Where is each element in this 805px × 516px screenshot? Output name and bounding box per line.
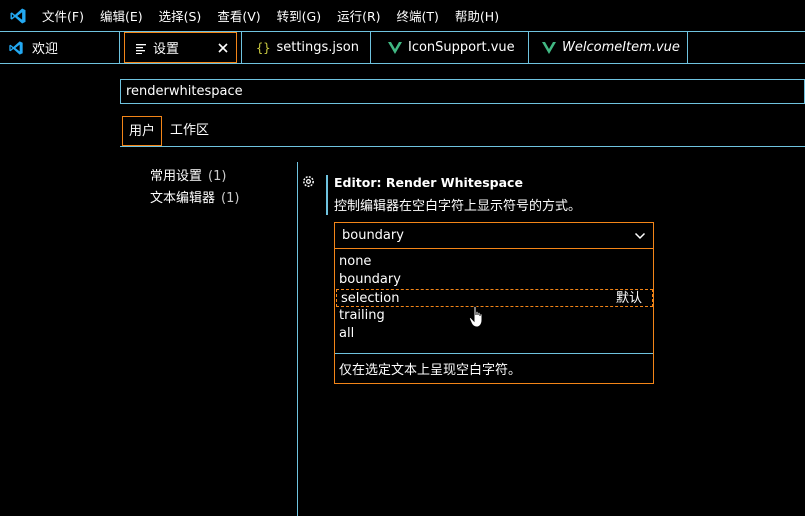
toc-divider <box>297 162 298 516</box>
chevron-down-icon <box>634 232 646 240</box>
close-icon[interactable] <box>214 39 232 57</box>
tab-label: settings.json <box>276 40 360 55</box>
option-none[interactable]: none <box>335 253 653 271</box>
tab-settings-json[interactable]: {} settings.json <box>241 32 371 63</box>
toc-label: 文本编辑器 <box>150 191 216 206</box>
option-boundary[interactable]: boundary <box>335 271 653 289</box>
option-description: 仅在选定文本上呈现空白字符。 <box>339 363 522 378</box>
menu-bar: 文件(F) 编辑(E) 选择(S) 查看(V) 转到(G) 运行(R) 终端(T… <box>0 0 805 31</box>
toc-label: 常用设置 <box>150 169 203 184</box>
settings-search-input[interactable] <box>120 79 805 104</box>
gear-icon[interactable] <box>301 174 316 189</box>
menu-view[interactable]: 查看(V) <box>209 6 268 25</box>
setting-title: Editor: Render Whitespace <box>334 175 523 190</box>
toc-item-text-editor[interactable]: 文本编辑器 (1) <box>150 187 239 206</box>
tab-settings[interactable]: 设置 <box>124 32 237 63</box>
vue-icon <box>542 41 556 54</box>
json-braces-icon: {} <box>256 40 271 55</box>
default-badge: 默认 <box>615 291 642 306</box>
vscode-logo-icon <box>9 40 23 55</box>
setting-focus-indicator <box>326 175 328 215</box>
tab-welcome[interactable]: 欢迎 <box>0 32 120 63</box>
tab-workspace[interactable]: 工作区 <box>164 116 215 146</box>
select-value: boundary <box>342 228 404 243</box>
editor-tab-bar: 欢迎 设置 {} settings.json IconSupport.vue W… <box>0 31 805 64</box>
menu-list: 文件(F) 编辑(E) 选择(S) 查看(V) 转到(G) 运行(R) 终端(T… <box>34 0 507 31</box>
menu-file[interactable]: 文件(F) <box>34 6 92 25</box>
settings-scope-tabs: 用户 工作区 <box>120 116 805 147</box>
vscode-logo-icon[interactable] <box>9 7 27 25</box>
menu-edit[interactable]: 编辑(E) <box>92 6 151 25</box>
setting-description: 控制编辑器在空白字符上显示符号的方式。 <box>334 199 582 214</box>
toc-count: (1) <box>221 191 240 206</box>
tab-label: 设置 <box>153 42 180 57</box>
menu-terminal[interactable]: 终端(T) <box>389 6 447 25</box>
option-label: selection <box>341 291 400 306</box>
menu-go[interactable]: 转到(G) <box>269 6 329 25</box>
dropdown-separator <box>335 353 653 354</box>
menu-selection[interactable]: 选择(S) <box>151 6 210 25</box>
settings-lines-icon <box>136 43 146 54</box>
toc-item-common-settings[interactable]: 常用设置 (1) <box>150 165 226 184</box>
tab-label: 欢迎 <box>32 42 59 57</box>
tab-user[interactable]: 用户 <box>122 116 163 146</box>
render-whitespace-select[interactable]: boundary <box>334 222 654 249</box>
menu-help[interactable]: 帮助(H) <box>447 6 507 25</box>
hand-cursor-icon <box>468 305 483 328</box>
tab-welcomeitem-vue[interactable]: WelcomeItem.vue <box>529 32 688 63</box>
option-all[interactable]: all <box>335 325 653 343</box>
option-trailing[interactable]: trailing <box>335 307 653 325</box>
tab-label: IconSupport.vue <box>408 40 515 55</box>
tab-iconsupport-vue[interactable]: IconSupport.vue <box>371 32 529 63</box>
tab-label: WelcomeItem.vue <box>562 40 680 55</box>
menu-run[interactable]: 运行(R) <box>329 6 388 25</box>
dropdown-list: none boundary selection 默认 trailing all … <box>334 249 654 384</box>
vue-icon <box>388 41 402 54</box>
toc-count: (1) <box>208 169 227 184</box>
option-selection[interactable]: selection 默认 <box>336 289 653 307</box>
